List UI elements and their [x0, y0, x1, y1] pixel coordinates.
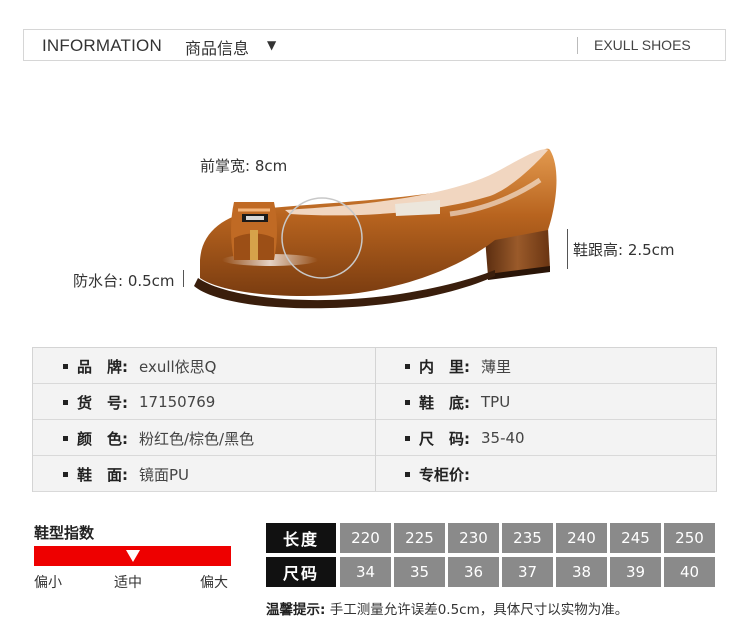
bullet-icon — [63, 435, 68, 441]
length-header: 长度 — [266, 523, 336, 553]
spec-label: 尺 码: — [419, 429, 470, 448]
heel-height-label: 鞋跟高: 2.5cm — [573, 241, 675, 259]
bullet-icon — [405, 399, 410, 405]
forefoot-width-label: 前掌宽: 8cm — [200, 157, 288, 175]
spec-cell: 货 号: 17150769 — [63, 384, 215, 420]
note-prefix: 温馨提示: — [266, 602, 326, 618]
spec-label: 专柜价: — [419, 465, 470, 484]
spec-value: 17150769 — [139, 393, 216, 411]
spec-value: TPU — [481, 393, 511, 411]
spec-value: 薄里 — [481, 357, 512, 376]
platform-bracket — [183, 270, 187, 287]
size-header: 尺码 — [266, 557, 336, 587]
spec-cell: 颜 色: 粉红色/棕色/黑色 — [63, 420, 254, 456]
fit-label-small: 偏小 — [34, 575, 62, 591]
measurement-note: 温馨提示: 手工测量允许误差0.5cm，具体尺寸以实物为准。 — [266, 598, 628, 618]
spec-value: 镜面PU — [139, 465, 190, 484]
caret-down-icon: ▼ — [267, 38, 277, 52]
length-cell: 245 — [610, 523, 661, 553]
section-title-en: INFORMATION — [42, 36, 162, 55]
header-divider — [577, 37, 578, 54]
heel-bracket — [567, 229, 569, 269]
bullet-icon — [405, 435, 410, 441]
bullet-icon — [63, 399, 68, 405]
fit-label-normal: 适中 — [114, 575, 142, 591]
bullet-icon — [63, 471, 68, 477]
length-cell: 220 — [340, 523, 391, 553]
spec-label: 品 牌: — [77, 357, 128, 376]
bullet-icon — [63, 363, 68, 369]
size-cell: 34 — [340, 557, 391, 587]
brand-name: EXULL SHOES — [594, 37, 691, 53]
spec-cell: 内 里: 薄里 — [405, 348, 511, 384]
platform-height-label: 防水台: 0.5cm — [73, 272, 175, 290]
length-cell: 230 — [448, 523, 499, 553]
spec-cell: 鞋 面: 镜面PU — [63, 456, 189, 492]
spec-divider — [375, 348, 376, 491]
product-shoe-image — [194, 148, 557, 309]
spec-cell: 鞋 底: TPU — [405, 384, 510, 420]
spec-label: 鞋 底: — [419, 393, 470, 412]
section-title-cn: 商品信息 — [185, 39, 250, 58]
spec-value: exull依思Q — [139, 357, 217, 376]
spec-cell: 品 牌: exull依思Q — [63, 348, 217, 384]
length-cell: 235 — [502, 523, 553, 553]
size-cell: 39 — [610, 557, 661, 587]
size-cell: 38 — [556, 557, 607, 587]
size-cell: 35 — [394, 557, 445, 587]
size-chart-size-row: 尺码 34 35 36 37 38 39 40 — [266, 557, 715, 587]
spec-label: 鞋 面: — [77, 465, 128, 484]
bullet-icon — [405, 471, 410, 477]
spec-label: 内 里: — [419, 357, 470, 376]
size-chart-length-row: 长度 220 225 230 235 240 245 250 — [266, 523, 715, 553]
spec-label: 货 号: — [77, 393, 128, 412]
spec-table: 品 牌: exull依思Q 内 里: 薄里 货 号: 17150769 鞋 底: TPU… — [32, 347, 717, 492]
fit-marker-icon — [125, 550, 140, 562]
size-cell: 40 — [664, 557, 715, 587]
spec-cell: 尺 码: 35-40 — [405, 420, 525, 456]
spec-cell: 专柜价: — [405, 456, 481, 492]
note-text: 手工测量允许误差0.5cm，具体尺寸以实物为准。 — [329, 602, 629, 618]
length-cell: 240 — [556, 523, 607, 553]
spec-value: 粉红色/棕色/黑色 — [139, 429, 255, 448]
spec-label: 颜 色: — [77, 429, 128, 448]
size-cell: 37 — [502, 557, 553, 587]
fit-guide-title: 鞋型指数 — [34, 524, 95, 542]
size-cell: 36 — [448, 557, 499, 587]
length-cell: 225 — [394, 523, 445, 553]
spec-value: 35-40 — [481, 429, 525, 447]
section-header: INFORMATION 商品信息 ▼ EXULL SHOES — [23, 29, 726, 61]
fit-label-large: 偏大 — [200, 575, 228, 591]
bullet-icon — [405, 363, 410, 369]
length-cell: 250 — [664, 523, 715, 553]
